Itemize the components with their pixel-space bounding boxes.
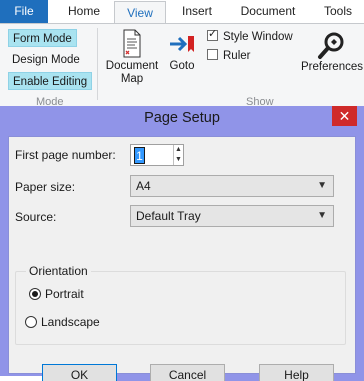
goto-label: Goto	[169, 60, 195, 72]
source-label: Source:	[15, 210, 57, 224]
document-map-label-1: Document	[105, 60, 159, 72]
radio-selected-dot	[32, 291, 38, 297]
ruler-label: Ruler	[223, 50, 251, 62]
landscape-radio[interactable]: Landscape	[25, 314, 100, 330]
ribbon-tab-bar: File Home View Insert Document Tools	[0, 0, 364, 24]
first-page-number-input[interactable]: 1	[134, 147, 145, 164]
close-icon: ✕	[338, 108, 351, 124]
tab-document[interactable]: Document	[228, 0, 308, 23]
form-mode-button[interactable]: Form Mode	[8, 29, 77, 47]
document-map-icon	[123, 29, 141, 58]
cancel-button[interactable]: Cancel	[150, 364, 225, 381]
ribbon-panel: Form Mode Design Mode Enable Editing Mod…	[0, 23, 364, 108]
ruler-check-box[interactable]	[207, 49, 218, 60]
goto-icon	[170, 36, 194, 52]
orientation-label: Orientation	[26, 264, 91, 278]
checkmark-icon: ✓	[208, 28, 218, 40]
document-map-button[interactable]: Document Map	[103, 29, 161, 86]
document-map-label-2: Map	[120, 73, 144, 85]
preferences-button[interactable]: Preferences	[300, 30, 364, 74]
tab-file[interactable]: File	[0, 0, 48, 23]
tab-view[interactable]: View	[114, 1, 166, 24]
ok-button[interactable]: OK	[42, 364, 117, 381]
dialog-body: First page number: 1 ▲ ▼ Paper size: A4 …	[8, 136, 356, 381]
spin-up-icon[interactable]: ▲	[174, 145, 183, 155]
landscape-label: Landscape	[41, 315, 100, 329]
source-select[interactable]: Default Tray ▼	[130, 205, 334, 227]
preferences-icon	[318, 32, 344, 59]
chevron-down-icon: ▼	[317, 210, 327, 221]
chevron-down-icon: ▼	[317, 180, 327, 191]
style-window-label: Style Window	[223, 31, 293, 43]
page-setup-dialog: Page Setup ✕ First page number: 1 ▲ ▼ Pa…	[0, 106, 364, 381]
goto-button[interactable]: Goto	[163, 29, 201, 73]
style-window-checkbox[interactable]: ✓ Style Window	[207, 28, 293, 45]
group-divider	[97, 28, 98, 100]
close-button[interactable]: ✕	[332, 106, 357, 126]
enable-editing-button[interactable]: Enable Editing	[8, 72, 93, 90]
spin-down-icon[interactable]: ▼	[174, 155, 183, 165]
source-value: Default Tray	[136, 209, 201, 223]
tab-insert[interactable]: Insert	[170, 0, 224, 23]
preferences-label: Preferences	[300, 61, 363, 73]
tab-home[interactable]: Home	[56, 0, 112, 23]
paper-size-value: A4	[136, 179, 151, 193]
dialog-title: Page Setup	[144, 110, 220, 126]
portrait-label: Portrait	[45, 287, 84, 301]
help-button[interactable]: Help	[259, 364, 334, 381]
tab-tools[interactable]: Tools	[314, 0, 362, 23]
first-page-number-spinner[interactable]: 1 ▲ ▼	[130, 144, 184, 166]
landscape-radio-button[interactable]	[25, 316, 37, 328]
portrait-radio-button[interactable]	[29, 288, 41, 300]
first-page-number-label: First page number:	[15, 148, 116, 162]
portrait-radio[interactable]: Portrait	[29, 286, 84, 302]
spinner-arrows[interactable]: ▲ ▼	[173, 145, 183, 165]
background-window-strip	[0, 376, 42, 381]
paper-size-select[interactable]: A4 ▼	[130, 175, 334, 197]
paper-size-label: Paper size:	[15, 180, 76, 194]
style-window-check-box[interactable]: ✓	[207, 28, 218, 41]
ruler-checkbox[interactable]: Ruler	[207, 48, 250, 64]
orientation-group: Orientation Portrait Landscape	[15, 264, 346, 345]
design-mode-button[interactable]: Design Mode	[8, 51, 84, 69]
